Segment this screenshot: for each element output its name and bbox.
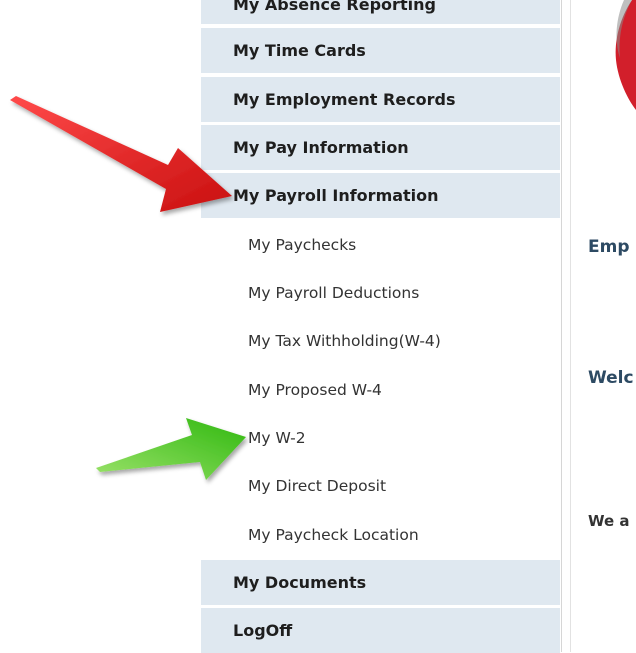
sub-item-label: My Tax Withholding(W-4) <box>248 332 441 350</box>
menu-item-label: My Documents <box>233 573 367 592</box>
content-text: We a <box>588 512 630 530</box>
menu-item-documents[interactable]: My Documents <box>201 560 560 605</box>
menu-item-time-cards[interactable]: My Time Cards <box>201 28 560 73</box>
sub-item-label: My Direct Deposit <box>248 477 387 495</box>
menu-item-label: My Absence Reporting <box>233 0 436 14</box>
logo-icon <box>615 0 636 110</box>
menu-item-label: LogOff <box>233 621 293 640</box>
menu-item-logoff[interactable]: LogOff <box>201 608 560 653</box>
menu-item-pay-information[interactable]: My Pay Information <box>201 125 560 170</box>
content-divider <box>570 0 571 652</box>
sub-item-label: My Paychecks <box>248 236 357 254</box>
sidebar-divider <box>561 0 562 652</box>
sub-item-paychecks[interactable]: My Paychecks <box>201 222 560 268</box>
sub-item-label: My Payroll Deductions <box>248 284 420 302</box>
sub-item-label: My W-2 <box>248 429 306 447</box>
sub-item-payroll-deductions[interactable]: My Payroll Deductions <box>201 270 560 316</box>
menu-item-label: My Time Cards <box>233 41 366 60</box>
menu-item-label: My Employment Records <box>233 90 456 109</box>
sub-item-w2[interactable]: My W-2 <box>201 415 560 461</box>
sub-item-label: My Paycheck Location <box>248 526 419 544</box>
sub-item-paycheck-location[interactable]: My Paycheck Location <box>201 512 560 558</box>
content-heading-welcome: Welc <box>588 368 634 388</box>
menu-item-label: My Pay Information <box>233 138 409 157</box>
menu-item-absence-reporting[interactable]: My Absence Reporting <box>201 0 560 24</box>
sub-item-label: My Proposed W-4 <box>248 381 382 399</box>
menu-item-employment-records[interactable]: My Employment Records <box>201 77 560 122</box>
menu-item-payroll-information[interactable]: My Payroll Information <box>201 173 560 218</box>
menu-item-label: My Payroll Information <box>233 186 439 205</box>
sub-item-proposed-w4[interactable]: My Proposed W-4 <box>201 367 560 413</box>
sub-item-tax-withholding[interactable]: My Tax Withholding(W-4) <box>201 318 560 364</box>
content-heading-employee: Emp <box>588 237 630 257</box>
sub-item-direct-deposit[interactable]: My Direct Deposit <box>201 463 560 509</box>
